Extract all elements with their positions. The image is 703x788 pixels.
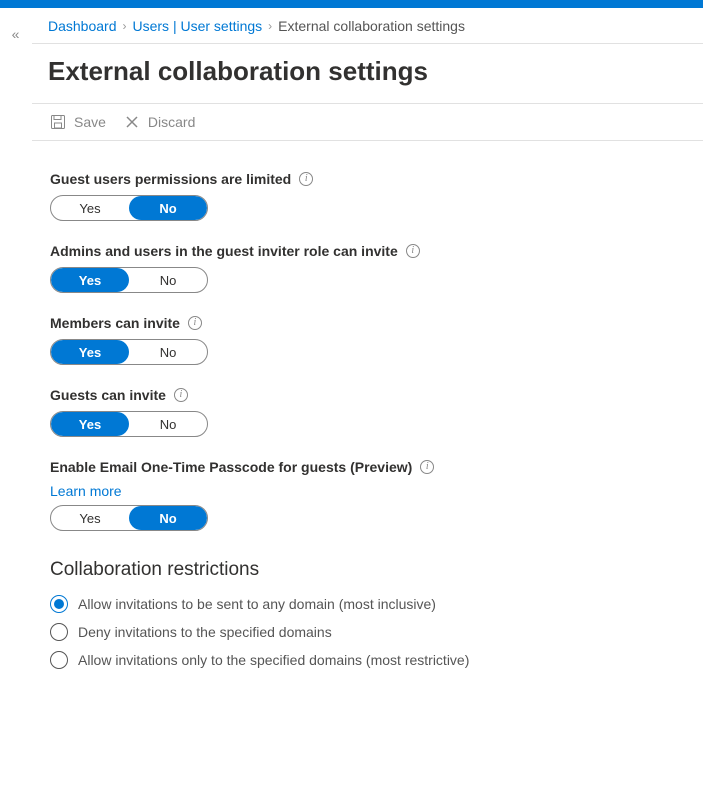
close-icon (124, 114, 140, 130)
chevron-right-icon: › (268, 19, 272, 33)
left-rail: « (0, 8, 32, 709)
breadcrumb-dashboard[interactable]: Dashboard (48, 18, 117, 34)
radio-icon (50, 651, 68, 669)
info-icon[interactable]: i (299, 172, 313, 186)
toggle-admins-invite[interactable]: Yes No (50, 267, 208, 293)
setting-label: Members can invite (50, 315, 180, 331)
restriction-option-1[interactable]: Deny invitations to the specified domain… (50, 623, 685, 641)
setting-label: Enable Email One-Time Passcode for guest… (50, 459, 412, 475)
top-accent-bar (0, 0, 703, 8)
toggle-guests-invite[interactable]: Yes No (50, 411, 208, 437)
discard-button[interactable]: Discard (124, 114, 195, 130)
restrictions-heading: Collaboration restrictions (50, 559, 685, 581)
radio-icon (50, 623, 68, 641)
toggle-guest-limited[interactable]: Yes No (50, 195, 208, 221)
setting-label: Guest users permissions are limited (50, 171, 291, 187)
toggle-yes[interactable]: Yes (51, 268, 129, 292)
setting-label: Admins and users in the guest inviter ro… (50, 243, 398, 259)
save-label: Save (74, 114, 106, 130)
page-title: External collaboration settings (32, 44, 703, 103)
setting-guest-limited: Guest users permissions are limited i Ye… (50, 171, 685, 221)
restriction-option-0[interactable]: Allow invitations to be sent to any doma… (50, 595, 685, 613)
toggle-no[interactable]: No (129, 340, 207, 364)
save-button[interactable]: Save (50, 114, 106, 130)
breadcrumb: Dashboard › Users | User settings › Exte… (32, 8, 703, 44)
toggle-yes[interactable]: Yes (51, 196, 129, 220)
toggle-yes[interactable]: Yes (51, 412, 129, 436)
toggle-no[interactable]: No (129, 196, 207, 220)
toggle-yes[interactable]: Yes (51, 340, 129, 364)
setting-members-invite: Members can invite i Yes No (50, 315, 685, 365)
chevron-right-icon: › (123, 19, 127, 33)
toggle-no[interactable]: No (129, 268, 207, 292)
info-icon[interactable]: i (188, 316, 202, 330)
restriction-label: Allow invitations to be sent to any doma… (78, 596, 436, 612)
discard-label: Discard (148, 114, 195, 130)
breadcrumb-current: External collaboration settings (278, 18, 465, 34)
setting-guests-invite: Guests can invite i Yes No (50, 387, 685, 437)
toolbar: Save Discard (32, 103, 703, 141)
collapse-rail-icon[interactable]: « (12, 26, 20, 709)
restriction-label: Allow invitations only to the specified … (78, 652, 469, 668)
info-icon[interactable]: i (406, 244, 420, 258)
toggle-yes[interactable]: Yes (51, 506, 129, 530)
info-icon[interactable]: i (174, 388, 188, 402)
setting-admins-invite: Admins and users in the guest inviter ro… (50, 243, 685, 293)
setting-label: Guests can invite (50, 387, 166, 403)
setting-email-otp: Enable Email One-Time Passcode for guest… (50, 459, 685, 531)
toggle-no[interactable]: No (129, 506, 207, 530)
info-icon[interactable]: i (420, 460, 434, 474)
learn-more-link[interactable]: Learn more (50, 483, 122, 499)
toggle-no[interactable]: No (129, 412, 207, 436)
restriction-label: Deny invitations to the specified domain… (78, 624, 332, 640)
toggle-email-otp[interactable]: Yes No (50, 505, 208, 531)
breadcrumb-users[interactable]: Users | User settings (133, 18, 263, 34)
radio-icon (50, 595, 68, 613)
toggle-members-invite[interactable]: Yes No (50, 339, 208, 365)
save-icon (50, 114, 66, 130)
restriction-option-2[interactable]: Allow invitations only to the specified … (50, 651, 685, 669)
